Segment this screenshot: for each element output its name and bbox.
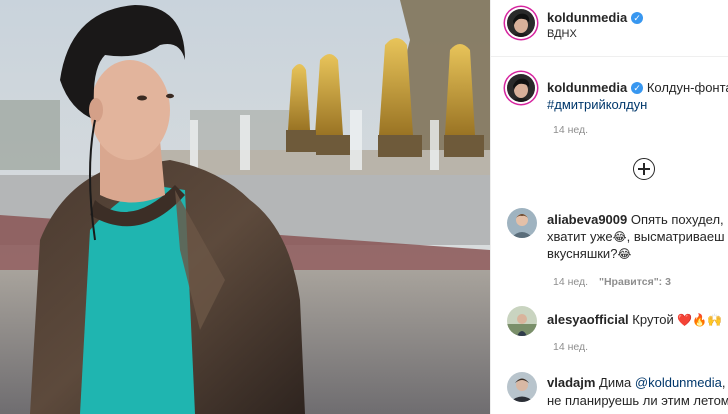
caption-avatar[interactable] xyxy=(507,74,535,102)
avatar-image xyxy=(507,74,535,102)
comment-line-1: vladajm Дима @koldunmedia, xyxy=(547,375,725,390)
post-photo[interactable] xyxy=(0,0,490,414)
comment-text: , высматриваеш xyxy=(626,229,725,244)
joy-emoji-icon: 😂 xyxy=(612,230,627,244)
author-avatar[interactable] xyxy=(507,9,535,37)
post-side-panel: koldunmedia ✓ ВДНХ koldunmedia ✓ Колдун-фо… xyxy=(490,0,728,414)
comment-time[interactable]: 14 нед. xyxy=(553,276,588,288)
comment-mention[interactable]: @koldunmedia xyxy=(635,375,722,390)
caption-line: koldunmedia ✓ Колдун-фонта xyxy=(547,80,728,95)
comment-line-2: хватит уже😂, высматриваеш xyxy=(547,229,725,244)
comment-username[interactable]: vladajm xyxy=(547,375,595,390)
comment-text: Крутой xyxy=(632,312,674,327)
plus-circle-icon[interactable] xyxy=(633,158,655,180)
avatar-image xyxy=(507,372,537,402)
joy-emoji-icon: 😂 xyxy=(617,247,632,261)
comment-avatar[interactable] xyxy=(507,306,537,336)
author-username[interactable]: koldunmedia xyxy=(547,10,627,25)
comment-text: вкусняшки? xyxy=(547,246,618,261)
comment-text: хватит уже xyxy=(547,229,613,244)
avatar-image xyxy=(507,9,535,37)
heart-fire-hands-emoji-icon: ❤️🔥🙌 xyxy=(677,313,723,327)
caption-time[interactable]: 14 нед. xyxy=(553,124,588,136)
caption-text: Колдун-фонта xyxy=(646,80,728,95)
comment-text: , xyxy=(721,375,726,390)
comment-line-1: alesyaofficial Крутой ❤️🔥🙌 xyxy=(547,312,722,327)
post-location[interactable]: ВДНХ xyxy=(547,28,577,40)
comment-username[interactable]: alesyaofficial xyxy=(547,312,629,327)
comment-text: Дима xyxy=(599,375,632,390)
comment-line-2: не планируешь ли этим летом xyxy=(547,393,728,408)
comment-time[interactable]: 14 нед. xyxy=(553,341,588,353)
comment-likes[interactable]: "Нравится": 3 xyxy=(599,276,671,288)
caption-hashtag[interactable]: #дмитрийколдун xyxy=(547,97,647,112)
post-photo-illustration xyxy=(0,0,490,414)
comment-line-3: вкусняшки?😂 xyxy=(547,246,631,261)
comment-text: Опять похудел, xyxy=(630,212,724,227)
avatar-image xyxy=(507,208,537,238)
comment-likes-label: "Нравится": 3 xyxy=(599,276,671,288)
comment-avatar[interactable] xyxy=(507,208,537,238)
caption-username[interactable]: koldunmedia xyxy=(547,80,627,95)
avatar-image xyxy=(507,306,537,336)
comment-avatar[interactable] xyxy=(507,372,537,402)
verified-badge-icon: ✓ xyxy=(631,12,644,24)
post-header: koldunmedia ✓ ВДНХ xyxy=(491,0,728,57)
comment-line-1: aliabeva9009 Опять похудел, xyxy=(547,212,724,227)
comment-username[interactable]: aliabeva9009 xyxy=(547,212,627,227)
author-line: koldunmedia ✓ xyxy=(547,9,644,27)
verified-badge-icon: ✓ xyxy=(631,82,644,94)
